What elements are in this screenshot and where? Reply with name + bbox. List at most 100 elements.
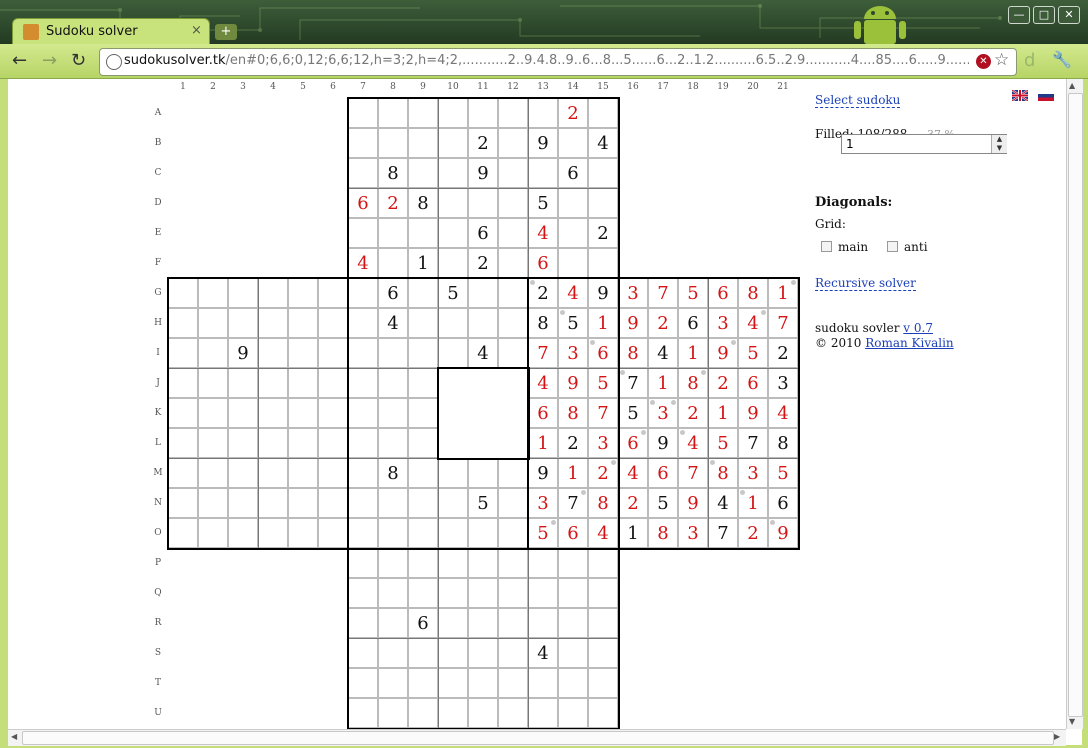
sudoku-cell[interactable]: 5 bbox=[468, 488, 498, 518]
sudoku-cell[interactable] bbox=[378, 128, 408, 158]
sudoku-cell[interactable] bbox=[288, 458, 318, 488]
sudoku-cell[interactable]: 5 bbox=[768, 458, 798, 488]
sudoku-cell[interactable]: 7 bbox=[708, 518, 738, 548]
sudoku-cell[interactable] bbox=[348, 158, 378, 188]
sudoku-cell[interactable] bbox=[498, 188, 528, 218]
version-link[interactable]: v 0.7 bbox=[903, 321, 933, 335]
sudoku-cell[interactable]: 8 bbox=[378, 158, 408, 188]
sudoku-cell[interactable]: 3 bbox=[768, 368, 798, 398]
sudoku-cell[interactable]: 7 bbox=[678, 458, 708, 488]
sudoku-cell[interactable] bbox=[498, 98, 528, 128]
sudoku-cell[interactable]: 6 bbox=[408, 608, 438, 638]
sudoku-cell[interactable]: 8 bbox=[558, 398, 588, 428]
sudoku-cell[interactable]: 1 bbox=[408, 248, 438, 278]
sudoku-cell[interactable]: 2 bbox=[588, 218, 618, 248]
sudoku-cell[interactable]: 6 bbox=[528, 248, 558, 278]
new-tab-button[interactable]: + bbox=[215, 24, 237, 40]
sudoku-cell[interactable] bbox=[348, 608, 378, 638]
sudoku-cell[interactable] bbox=[498, 128, 528, 158]
sudoku-cell[interactable] bbox=[198, 368, 228, 398]
sudoku-cell[interactable]: 6 bbox=[678, 308, 708, 338]
sudoku-cell[interactable] bbox=[408, 518, 438, 548]
sudoku-cell[interactable] bbox=[468, 308, 498, 338]
sudoku-cell[interactable]: 7 bbox=[768, 308, 798, 338]
sudoku-cell[interactable] bbox=[348, 308, 378, 338]
sudoku-cell[interactable] bbox=[168, 458, 198, 488]
sudoku-cell[interactable]: 1 bbox=[678, 338, 708, 368]
sudoku-cell[interactable]: 3 bbox=[618, 278, 648, 308]
sudoku-cell[interactable] bbox=[438, 338, 468, 368]
sudoku-cell[interactable]: 2 bbox=[618, 488, 648, 518]
author-link[interactable]: Roman Kivalin bbox=[865, 336, 953, 350]
sudoku-cell[interactable] bbox=[318, 518, 348, 548]
sudoku-cell[interactable]: 8 bbox=[648, 518, 678, 548]
sudoku-cell[interactable] bbox=[468, 458, 498, 488]
horizontal-scrollbar[interactable]: ◀ ▶ bbox=[8, 729, 1066, 746]
sudoku-cell[interactable] bbox=[288, 308, 318, 338]
sudoku-cell[interactable] bbox=[318, 458, 348, 488]
sudoku-cell[interactable] bbox=[528, 698, 558, 728]
sudoku-cell[interactable] bbox=[438, 668, 468, 698]
sudoku-cell[interactable] bbox=[348, 488, 378, 518]
scroll-left-icon[interactable]: ◀ bbox=[11, 732, 17, 741]
sudoku-cell[interactable]: 7 bbox=[588, 398, 618, 428]
sudoku-cell[interactable] bbox=[528, 668, 558, 698]
sudoku-cell[interactable]: 4 bbox=[528, 218, 558, 248]
sudoku-cell[interactable] bbox=[468, 668, 498, 698]
bookmark-star-icon[interactable]: ☆ bbox=[994, 50, 1009, 70]
sudoku-cell[interactable]: 7 bbox=[528, 338, 558, 368]
ru-flag-icon[interactable] bbox=[1038, 90, 1054, 101]
sudoku-cell[interactable]: 6 bbox=[378, 278, 408, 308]
maximize-button[interactable]: □ bbox=[1033, 6, 1055, 24]
sudoku-cell[interactable]: 4 bbox=[348, 248, 378, 278]
sudoku-cell[interactable]: 9 bbox=[618, 308, 648, 338]
sudoku-cell[interactable]: 9 bbox=[738, 398, 768, 428]
sudoku-cell[interactable] bbox=[498, 638, 528, 668]
sudoku-cell[interactable] bbox=[408, 98, 438, 128]
sudoku-cell[interactable] bbox=[408, 698, 438, 728]
sudoku-cell[interactable]: 4 bbox=[588, 128, 618, 158]
sudoku-cell[interactable]: 2 bbox=[378, 188, 408, 218]
sudoku-cell[interactable] bbox=[228, 278, 258, 308]
sudoku-cell[interactable] bbox=[558, 128, 588, 158]
sudoku-cell[interactable] bbox=[318, 428, 348, 458]
sudoku-cell[interactable] bbox=[258, 458, 288, 488]
sudoku-cell[interactable]: 2 bbox=[678, 398, 708, 428]
sudoku-cell[interactable]: 6 bbox=[468, 218, 498, 248]
scroll-up-icon[interactable]: ▲ bbox=[1069, 81, 1075, 90]
sudoku-cell[interactable]: 9 bbox=[528, 458, 558, 488]
sudoku-cell[interactable] bbox=[468, 698, 498, 728]
sudoku-cell[interactable]: 8 bbox=[408, 188, 438, 218]
sudoku-cell[interactable]: 4 bbox=[528, 638, 558, 668]
sudoku-cell[interactable] bbox=[348, 548, 378, 578]
sudoku-cell[interactable] bbox=[348, 98, 378, 128]
sudoku-cell[interactable] bbox=[438, 98, 468, 128]
sudoku-cell[interactable] bbox=[558, 608, 588, 638]
sudoku-cell[interactable] bbox=[348, 278, 378, 308]
sudoku-cell[interactable] bbox=[498, 308, 528, 338]
sudoku-cell[interactable] bbox=[528, 578, 558, 608]
sudoku-cell[interactable] bbox=[558, 578, 588, 608]
sudoku-cell[interactable] bbox=[348, 458, 378, 488]
sudoku-cell[interactable]: 8 bbox=[588, 488, 618, 518]
sudoku-cell[interactable]: 8 bbox=[738, 278, 768, 308]
sudoku-cell[interactable] bbox=[348, 128, 378, 158]
sudoku-cell[interactable] bbox=[438, 218, 468, 248]
horizontal-scroll-thumb[interactable] bbox=[22, 731, 1054, 745]
sudoku-cell[interactable] bbox=[408, 278, 438, 308]
sudoku-cell[interactable] bbox=[168, 368, 198, 398]
sudoku-cell[interactable]: 1 bbox=[648, 368, 678, 398]
sudoku-cell[interactable]: 2 bbox=[468, 128, 498, 158]
sudoku-cell[interactable] bbox=[258, 308, 288, 338]
sudoku-cell[interactable]: 8 bbox=[528, 308, 558, 338]
sudoku-cell[interactable] bbox=[408, 668, 438, 698]
sudoku-cell[interactable] bbox=[468, 578, 498, 608]
sudoku-cell[interactable] bbox=[558, 548, 588, 578]
sudoku-cell[interactable] bbox=[438, 548, 468, 578]
sudoku-cell[interactable]: 9 bbox=[588, 278, 618, 308]
sudoku-cell[interactable] bbox=[468, 638, 498, 668]
sudoku-cell[interactable]: 1 bbox=[528, 428, 558, 458]
sudoku-cell[interactable] bbox=[558, 638, 588, 668]
sudoku-cell[interactable] bbox=[528, 98, 558, 128]
sudoku-cell[interactable] bbox=[498, 698, 528, 728]
